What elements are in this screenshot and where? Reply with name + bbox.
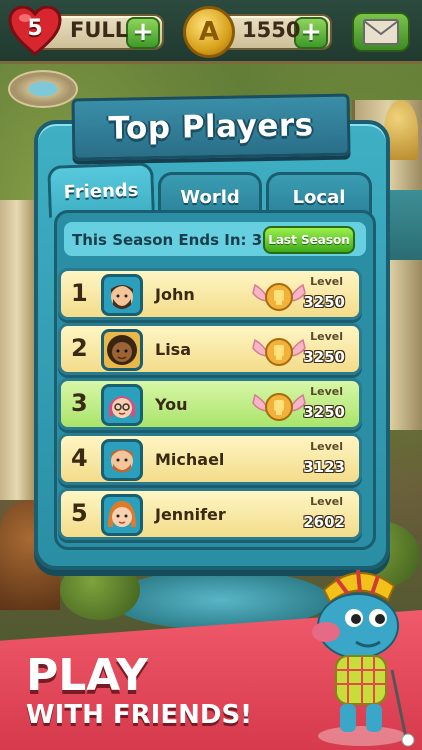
mascot-character bbox=[296, 560, 422, 750]
top-hud: + 5 FULL + A 1550 bbox=[0, 0, 422, 64]
fountain-decoration bbox=[8, 70, 78, 108]
add-lives-button[interactable]: + bbox=[126, 17, 160, 49]
leaderboard-row[interactable]: 2 Lisa Level 3250 bbox=[58, 323, 362, 375]
level-label: Level bbox=[310, 495, 343, 508]
mail-button[interactable] bbox=[352, 12, 410, 52]
level-value: 3250 bbox=[303, 348, 345, 366]
rank-number: 2 bbox=[71, 334, 88, 362]
promo-subheadline: WITH FRIENDS! bbox=[26, 700, 253, 730]
player-name: You bbox=[155, 395, 188, 414]
lives-status: FULL bbox=[70, 18, 129, 42]
player-name: Lisa bbox=[155, 340, 191, 359]
player-name: Jennifer bbox=[155, 505, 226, 524]
coin-icon: A bbox=[183, 6, 235, 58]
leaderboard-row[interactable]: 5 Jennifer Level 2602 bbox=[58, 488, 362, 540]
level-value: 2602 bbox=[303, 513, 345, 531]
leaderboard-row[interactable]: 4 Michael Level 3123 bbox=[58, 433, 362, 485]
player-name: Michael bbox=[155, 450, 225, 469]
leaderboard-row-you[interactable]: 3 You Level 3250 bbox=[58, 378, 362, 430]
season-info-bar: This Season Ends In: 3 days Last Season bbox=[62, 220, 368, 258]
lives-count: 5 bbox=[27, 16, 43, 41]
level-label: Level bbox=[310, 440, 343, 453]
panel-title: Top Players bbox=[108, 107, 314, 147]
avatar bbox=[101, 329, 143, 371]
trophy-icon bbox=[251, 332, 307, 370]
leaderboard-row[interactable]: 1 John Level 3250 bbox=[58, 268, 362, 320]
level-value: 3250 bbox=[303, 403, 345, 421]
coin-balance: 1550 bbox=[242, 18, 301, 42]
level-value: 3123 bbox=[303, 458, 345, 476]
level-value: 3250 bbox=[303, 293, 345, 311]
envelope-icon bbox=[363, 19, 399, 45]
level-label: Level bbox=[310, 330, 343, 343]
rank-number: 3 bbox=[71, 389, 88, 417]
avatar bbox=[101, 494, 143, 536]
avatar bbox=[101, 384, 143, 426]
heart-icon: 5 bbox=[8, 5, 62, 56]
rank-number: 5 bbox=[71, 499, 88, 527]
last-season-button[interactable]: Last Season bbox=[263, 226, 355, 254]
level-label: Level bbox=[310, 385, 343, 398]
trophy-icon bbox=[251, 387, 307, 425]
avatar bbox=[101, 274, 143, 316]
rank-number: 4 bbox=[71, 444, 88, 472]
avatar bbox=[101, 439, 143, 481]
level-label: Level bbox=[310, 275, 343, 288]
player-name: John bbox=[155, 285, 195, 304]
trophy-icon bbox=[251, 277, 307, 315]
title-banner: Top Players bbox=[71, 93, 351, 161]
rank-number: 1 bbox=[71, 279, 88, 307]
promo-headline: PLAY bbox=[26, 650, 148, 701]
pillar-decoration bbox=[0, 200, 34, 500]
